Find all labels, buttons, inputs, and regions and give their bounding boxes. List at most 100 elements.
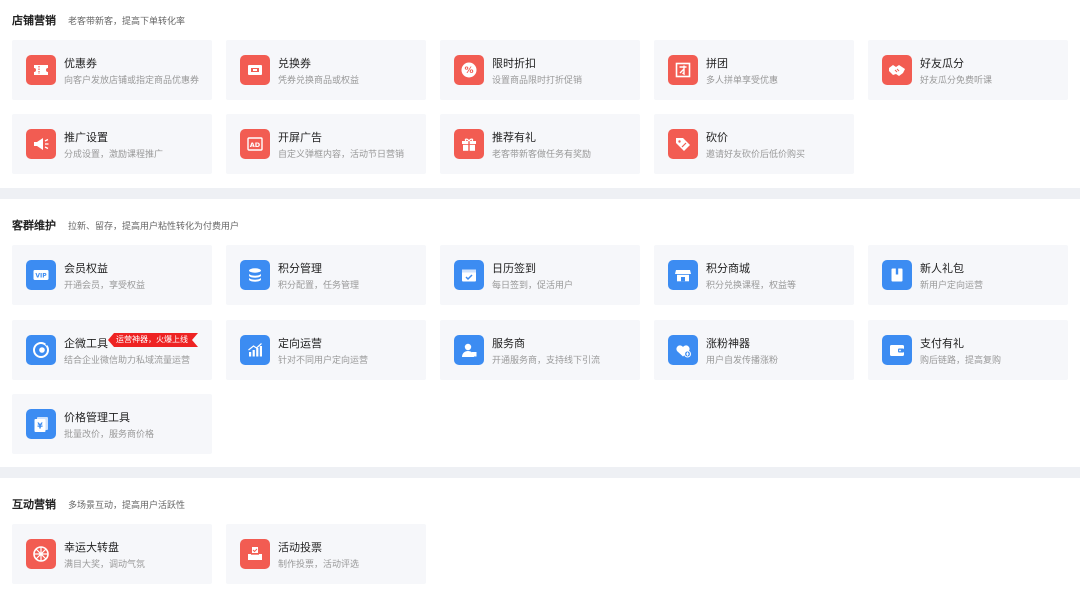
tool-card-wecom-tool[interactable]: 企微工具 运营神器，火爆上线 结合企业微信助力私域流量运营 bbox=[12, 320, 212, 380]
card-title: 服务商 bbox=[492, 338, 525, 350]
tool-card-bargain[interactable]: 砍价 邀请好友砍价后低价购买 bbox=[654, 114, 854, 174]
card-title: 好友瓜分 bbox=[920, 58, 964, 70]
section-divider bbox=[0, 467, 1080, 478]
card-description: 积分配置，任务管理 bbox=[278, 280, 360, 290]
card-description: 凭券兑换商品或权益 bbox=[278, 75, 360, 85]
calendar-check-icon bbox=[454, 260, 484, 290]
card-title: 涨粉神器 bbox=[706, 338, 750, 350]
tool-card-targeted-operations[interactable]: 定向运营 针对不同用户定向运营 bbox=[226, 320, 426, 380]
tool-card-friend-share[interactable]: 好友瓜分 好友瓜分免费听课 bbox=[868, 40, 1068, 100]
tool-card-exchange-ticket[interactable]: 兑换券 凭券兑换商品或权益 bbox=[226, 40, 426, 100]
tool-card-referral-gift[interactable]: 推荐有礼 老客带新客做任务有奖励 bbox=[440, 114, 640, 174]
card-description: 向客户发放店铺或指定商品优惠券 bbox=[64, 75, 200, 85]
card-description: 分成设置，激励课程推广 bbox=[64, 149, 164, 159]
section-title: 互动营销 bbox=[12, 499, 56, 511]
coin-stack-icon bbox=[240, 260, 270, 290]
card-title: 支付有礼 bbox=[920, 338, 964, 350]
section-title: 店铺营销 bbox=[12, 15, 56, 27]
store-icon bbox=[668, 260, 698, 290]
card-description: 开通会员，享受权益 bbox=[64, 280, 146, 290]
yuan-document-icon: ¥ bbox=[26, 409, 56, 439]
card-title: 开屏广告 bbox=[278, 132, 322, 144]
card-title: 限时折扣 bbox=[492, 58, 536, 70]
tool-card-membership[interactable]: VIP 会员权益 开通会员，享受权益 bbox=[12, 245, 212, 305]
card-title: 砍价 bbox=[706, 132, 728, 144]
card-description: 制作投票，活动评选 bbox=[278, 559, 360, 569]
card-title: 定向运营 bbox=[278, 338, 322, 350]
card-description: 老客带新客做任务有奖励 bbox=[492, 149, 592, 159]
card-description: 自定义弹框内容，活动节日营销 bbox=[278, 149, 405, 159]
card-title: 推广设置 bbox=[64, 132, 108, 144]
card-description: 批量改价，服务商价格 bbox=[64, 429, 155, 439]
card-description: 好友瓜分免费听课 bbox=[920, 75, 993, 85]
tool-card-group-buy[interactable]: 拼团 多人拼单享受优惠 bbox=[654, 40, 854, 100]
card-description: 满目大奖，调动气氛 bbox=[64, 559, 146, 569]
megaphone-icon bbox=[26, 129, 56, 159]
card-description: 购后链路，提高复购 bbox=[920, 355, 1002, 365]
card-description: 多人拼单享受优惠 bbox=[706, 75, 779, 85]
tool-card-fan-growth[interactable]: 涨粉神器 用户自发传播涨粉 bbox=[654, 320, 854, 380]
card-description: 开通服务商，支持线下引流 bbox=[492, 355, 601, 365]
section-title: 客群维护 bbox=[12, 220, 56, 232]
group-buy-icon bbox=[668, 55, 698, 85]
gift-pack-icon bbox=[882, 260, 912, 290]
ad-icon: AD bbox=[240, 129, 270, 159]
vip-card-icon: VIP bbox=[26, 260, 56, 290]
section-description: 多场景互动，提高用户活跃性 bbox=[68, 499, 186, 510]
card-title: 优惠券 bbox=[64, 58, 97, 70]
section-description: 拉新、留存，提高用户粘性转化为付费用户 bbox=[68, 220, 240, 231]
card-title: 兑换券 bbox=[278, 58, 311, 70]
svg-text:¥: ¥ bbox=[37, 422, 43, 431]
growth-chart-icon bbox=[240, 335, 270, 365]
marketing-center-page: 店铺营销 老客带新客，提高下单转化率 优惠券 向客户发放店铺或指定商品优惠券 兑… bbox=[0, 0, 1080, 600]
svg-text:%: % bbox=[464, 66, 473, 76]
card-title: 拼团 bbox=[706, 58, 728, 70]
card-title: 价格管理工具 bbox=[64, 412, 130, 424]
card-description: 积分兑换课程，权益等 bbox=[706, 280, 797, 290]
section-header-interactive-marketing: 互动营销 多场景互动，提高用户活跃性 bbox=[12, 496, 185, 512]
tool-card-coupon[interactable]: 优惠券 向客户发放店铺或指定商品优惠券 bbox=[12, 40, 212, 100]
tool-card-payment-gift[interactable]: 支付有礼 购后链路，提高复购 bbox=[868, 320, 1068, 380]
heart-plus-icon bbox=[668, 335, 698, 365]
tool-card-service-provider[interactable]: 服务商 开通服务商，支持线下引流 bbox=[440, 320, 640, 380]
card-description: 每日签到，促活用户 bbox=[492, 280, 574, 290]
coupon-icon bbox=[26, 55, 56, 85]
service-person-icon bbox=[454, 335, 484, 365]
section-header-store-marketing: 店铺营销 老客带新客，提高下单转化率 bbox=[12, 12, 185, 28]
tool-card-promotion-settings[interactable]: 推广设置 分成设置，激励课程推广 bbox=[12, 114, 212, 174]
card-title: 会员权益 bbox=[64, 263, 108, 275]
card-title: 积分管理 bbox=[278, 263, 322, 275]
gift-icon bbox=[454, 129, 484, 159]
price-tag-icon bbox=[668, 129, 698, 159]
exchange-ticket-icon bbox=[240, 55, 270, 85]
tool-card-points-mall[interactable]: 积分商城 积分兑换课程，权益等 bbox=[654, 245, 854, 305]
card-title: 新人礼包 bbox=[920, 263, 964, 275]
card-description: 用户自发传播涨粉 bbox=[706, 355, 779, 365]
tool-card-calendar-checkin[interactable]: 日历签到 每日签到，促活用户 bbox=[440, 245, 640, 305]
card-title: 推荐有礼 bbox=[492, 132, 536, 144]
wecom-icon bbox=[26, 335, 56, 365]
card-description: 设置商品限时打折促销 bbox=[492, 75, 583, 85]
lucky-wheel-icon bbox=[26, 539, 56, 569]
section-description: 老客带新客，提高下单转化率 bbox=[68, 15, 186, 26]
ballot-box-icon bbox=[240, 539, 270, 569]
section-divider bbox=[0, 188, 1080, 199]
section-header-customer-retention: 客群维护 拉新、留存，提高用户粘性转化为付费用户 bbox=[12, 217, 239, 233]
tool-card-newcomer-gift[interactable]: 新人礼包 新用户定向运营 bbox=[868, 245, 1068, 305]
hot-launch-badge: 运营神器，火爆上线 bbox=[108, 333, 198, 347]
handshake-icon bbox=[882, 55, 912, 85]
tool-card-limited-discount[interactable]: % 限时折扣 设置商品限时打折促销 bbox=[440, 40, 640, 100]
card-title: 积分商城 bbox=[706, 263, 750, 275]
percent-discount-icon: % bbox=[454, 55, 484, 85]
card-title: 日历签到 bbox=[492, 263, 536, 275]
wallet-icon bbox=[882, 335, 912, 365]
card-title: 幸运大转盘 bbox=[64, 542, 119, 554]
card-description: 针对不同用户定向运营 bbox=[278, 355, 369, 365]
tool-card-points-management[interactable]: 积分管理 积分配置，任务管理 bbox=[226, 245, 426, 305]
card-description: 新用户定向运营 bbox=[920, 280, 984, 290]
tool-card-lucky-wheel[interactable]: 幸运大转盘 满目大奖，调动气氛 bbox=[12, 524, 212, 584]
card-title: 活动投票 bbox=[278, 542, 322, 554]
tool-card-activity-vote[interactable]: 活动投票 制作投票，活动评选 bbox=[226, 524, 426, 584]
tool-card-splash-ad[interactable]: AD 开屏广告 自定义弹框内容，活动节日营销 bbox=[226, 114, 426, 174]
tool-card-price-management[interactable]: ¥ 价格管理工具 批量改价，服务商价格 bbox=[12, 394, 212, 454]
